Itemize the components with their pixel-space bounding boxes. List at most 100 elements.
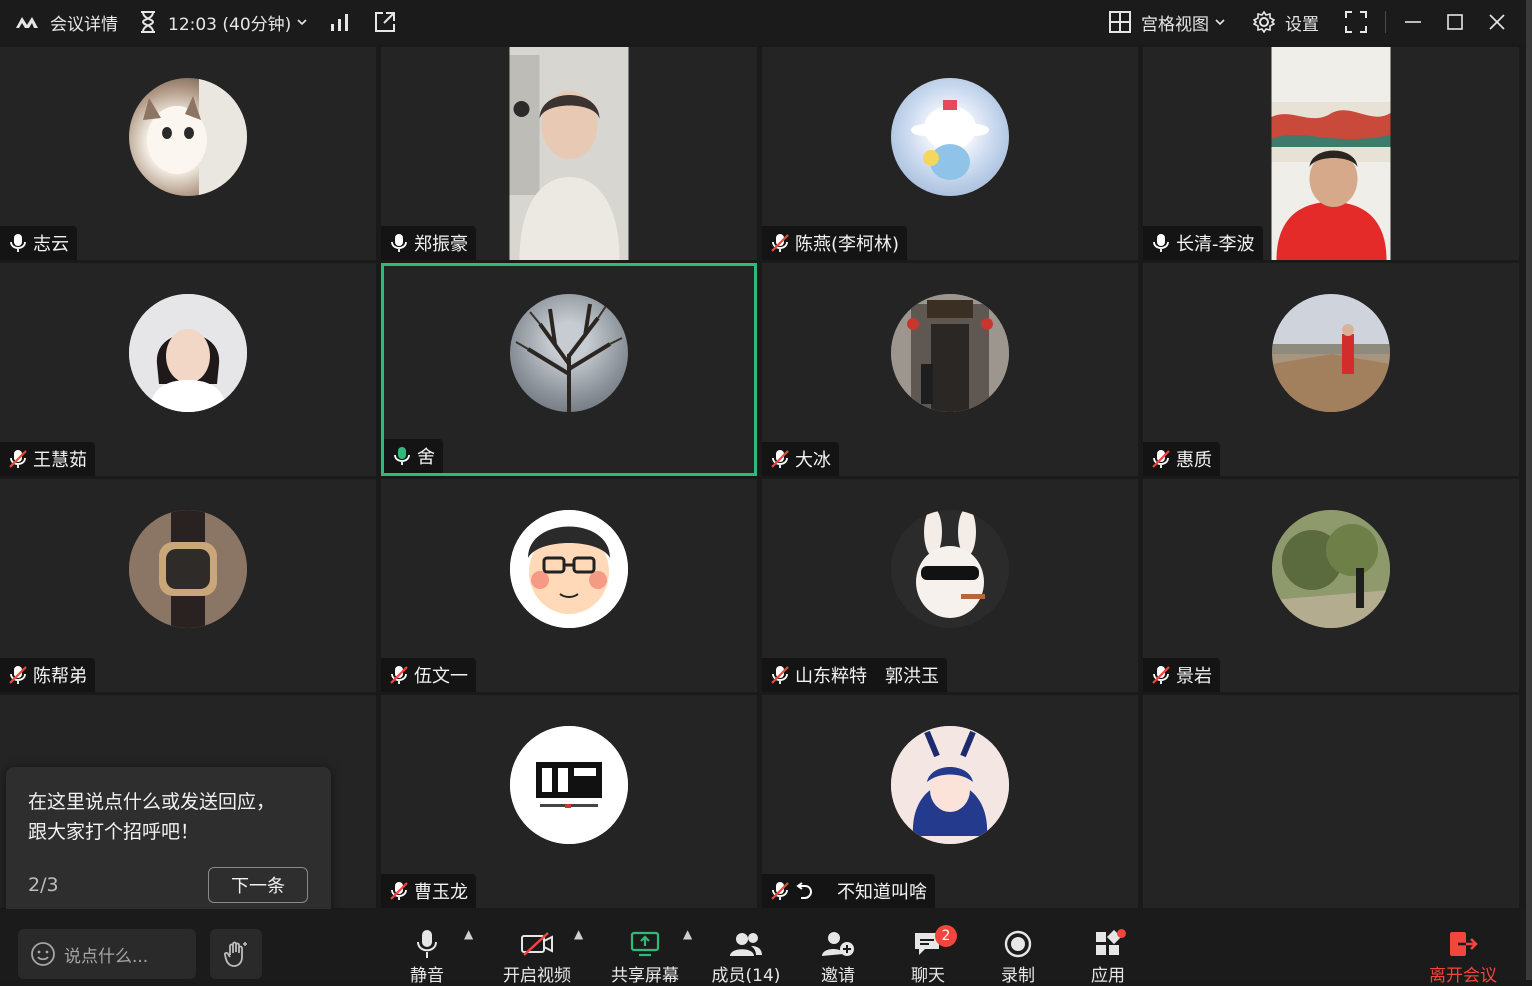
chat-button[interactable]: 2 聊天 (883, 925, 973, 986)
participant-tile[interactable]: 惠质 (1143, 263, 1519, 476)
record-label: 录制 (1001, 966, 1035, 986)
name-tag: 长清-李波 (1143, 226, 1263, 260)
window-edge (1526, 0, 1532, 980)
mic-muted-icon (390, 666, 408, 684)
share-screen-button[interactable]: 共享屏幕 (600, 929, 690, 986)
tencent-meeting-logo-icon (16, 17, 38, 28)
chevron-down-icon (1215, 19, 1225, 26)
share-screen-icon (630, 931, 660, 957)
apps-notification-dot (1117, 929, 1126, 938)
invite-icon (822, 932, 854, 956)
avatar (1272, 294, 1390, 412)
settings-button[interactable]: 设置 (1253, 10, 1319, 35)
video-feed (509, 47, 629, 260)
participant-tile[interactable]: 志云 (0, 47, 376, 260)
mic-muted-icon (771, 234, 789, 252)
invite-button[interactable]: 邀请 (793, 929, 883, 986)
mic-muted-icon (771, 666, 789, 684)
members-button[interactable]: 成员(14) (701, 929, 791, 986)
start-video-label: 开启视频 (503, 966, 571, 986)
participant-tile[interactable]: 陈燕(李柯林) (762, 47, 1138, 260)
participant-tile[interactable]: 山东粹特 郭洪玉 (762, 479, 1138, 692)
participant-name: 志云 (33, 234, 69, 255)
forest-image (1272, 510, 1390, 628)
record-icon (1004, 930, 1032, 958)
cat-image (143, 78, 247, 196)
tip-text: 在这里说点什么或发送回应， 跟大家打个招呼吧！ (28, 787, 309, 847)
duration-button[interactable]: 12:03 (40分钟) (138, 10, 307, 35)
name-tag: 不知道叫啥 (762, 874, 935, 908)
mute-options-caret[interactable]: ▲ (464, 927, 473, 941)
video-options-caret[interactable]: ▲ (574, 927, 583, 941)
record-button[interactable]: 录制 (973, 929, 1063, 986)
chat-label: 聊天 (911, 966, 945, 986)
participant-tile-speaking[interactable]: 舍 (381, 263, 757, 476)
participant-name: 舍 (417, 447, 435, 468)
signal-bars-icon (331, 14, 349, 31)
participant-tile[interactable]: 陈帮弟 (0, 479, 376, 692)
toolbar-divider (1385, 11, 1386, 33)
apps-label: 应用 (1091, 966, 1125, 986)
avatar (891, 510, 1009, 628)
meeting-details-label: 会议详情 (50, 14, 118, 35)
meeting-details-button[interactable]: 会议详情 (14, 10, 118, 35)
invite-label: 邀请 (821, 966, 855, 986)
share-options-caret[interactable]: ▲ (683, 927, 692, 941)
minimize-button[interactable] (1404, 13, 1422, 31)
anime-girl-image (891, 726, 1009, 844)
popout-button[interactable] (373, 10, 397, 34)
view-mode-label: 宫格视图 (1141, 14, 1209, 35)
participant-name: 惠质 (1176, 450, 1212, 471)
empty-tile (1143, 695, 1519, 908)
name-tag: 山东粹特 郭洪玉 (762, 658, 947, 692)
participant-name: 景岩 (1176, 666, 1212, 687)
participant-name: 曹玉龙 (414, 882, 468, 903)
name-tag: 陈帮弟 (0, 658, 95, 692)
tip-page-count: 2/3 (28, 874, 59, 896)
fullscreen-icon (1345, 11, 1367, 33)
avatar (891, 726, 1009, 844)
participant-tile[interactable]: 景岩 (1143, 479, 1519, 692)
hand-icon (223, 941, 247, 967)
start-video-button[interactable]: 开启视频 (492, 929, 582, 986)
name-tag: 舍 (384, 439, 443, 473)
leave-meeting-button[interactable]: 离开会议 (1418, 929, 1508, 986)
maximize-button[interactable] (1446, 13, 1464, 31)
leave-meeting-label: 离开会议 (1429, 966, 1497, 986)
settings-label: 设置 (1285, 14, 1319, 35)
raise-hand-button[interactable] (210, 929, 262, 979)
participant-tile[interactable]: 大冰 (762, 263, 1138, 476)
close-button[interactable] (1488, 13, 1506, 31)
apps-button[interactable]: 应用 (1063, 929, 1153, 986)
avatar (510, 294, 628, 412)
mic-muted-icon (771, 450, 789, 468)
chat-placeholder: 说点什么... (64, 946, 149, 967)
building-image (891, 294, 1009, 412)
participant-tile[interactable]: 曹玉龙 (381, 695, 757, 908)
participant-tile[interactable]: 郑振豪 (381, 47, 757, 260)
fullscreen-button[interactable] (1345, 11, 1367, 33)
mic-muted-icon (1152, 450, 1170, 468)
participant-name: 长清-李波 (1176, 234, 1255, 255)
participant-tile[interactable]: 不知道叫啥 (762, 695, 1138, 908)
exit-icon (1450, 932, 1478, 956)
participant-tile[interactable]: 伍文一 (381, 479, 757, 692)
name-tag: 王慧茹 (0, 442, 95, 476)
members-icon (730, 933, 762, 956)
participant-name: 陈帮弟 (33, 666, 87, 687)
quick-chat-input[interactable]: 说点什么... (18, 929, 196, 979)
mic-icon (10, 234, 26, 252)
mic-muted-icon (1152, 666, 1170, 684)
participant-name: 王慧茹 (33, 450, 87, 471)
duration-text: 12:03 (40分钟) (168, 14, 292, 35)
signal-button[interactable] (329, 12, 349, 32)
view-mode-button[interactable]: 宫格视图 (1109, 10, 1225, 35)
participant-name: 郑振豪 (414, 234, 468, 255)
next-tip-button[interactable]: 下一条 (208, 867, 308, 903)
greeting-tip-popup: 在这里说点什么或发送回应， 跟大家打个招呼吧！ 2/3 下一条 (6, 767, 331, 932)
top-bar: 会议详情 12:03 (40分钟) 宫格视图 设置 (0, 0, 1532, 44)
mute-button[interactable]: 静音 (382, 929, 472, 986)
participant-name: 山东粹特 郭洪玉 (795, 666, 939, 687)
participant-tile[interactable]: 长清-李波 (1143, 47, 1519, 260)
participant-tile[interactable]: 王慧茹 (0, 263, 376, 476)
